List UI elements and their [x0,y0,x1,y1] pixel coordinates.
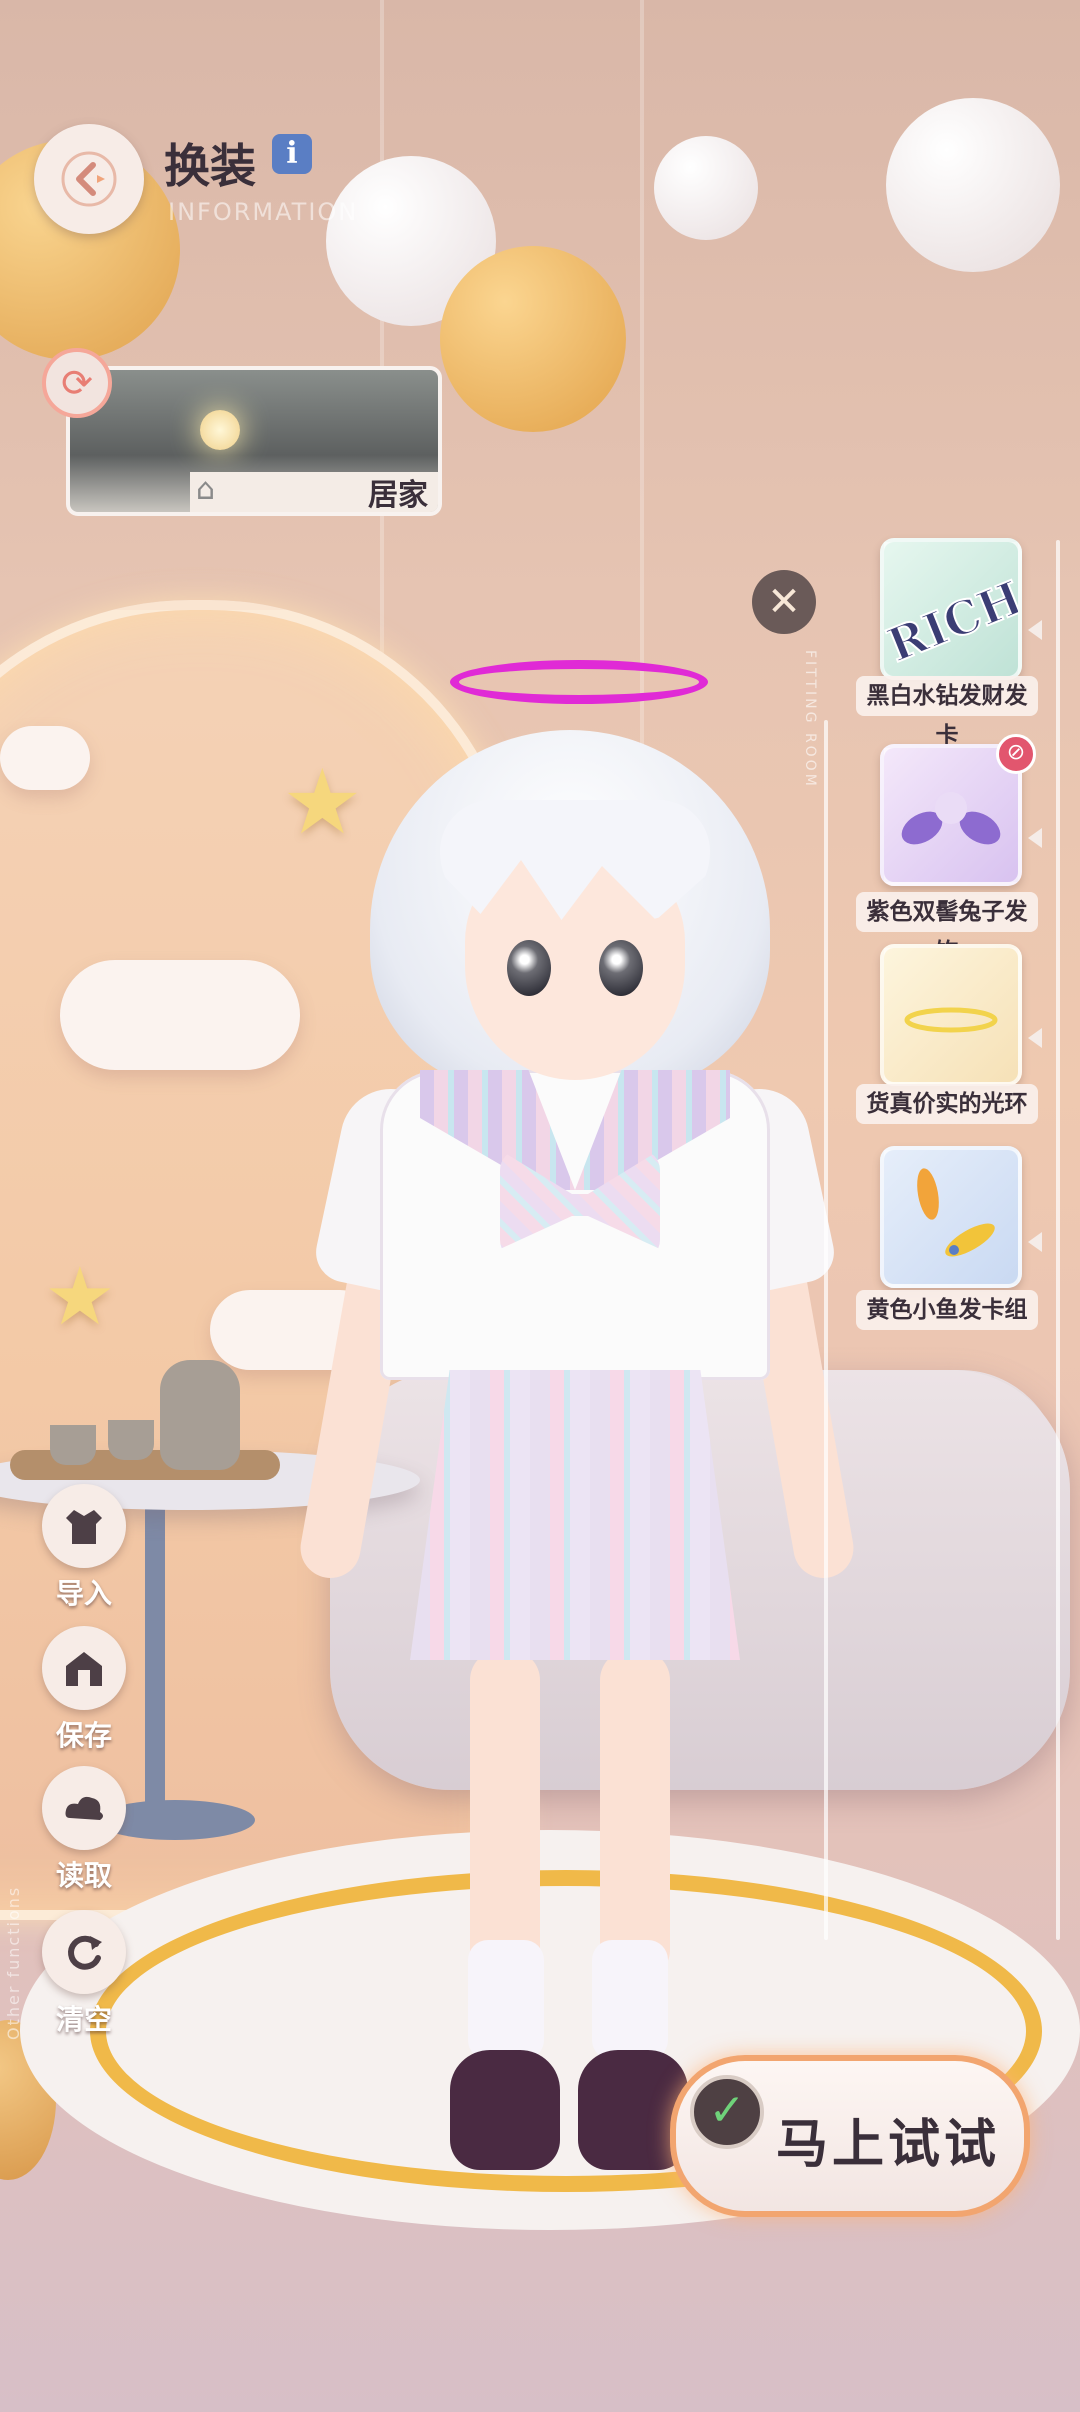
hanging-ball [886,98,1060,272]
rich-card-text: RICH [884,570,1018,672]
character-leg-right [600,1650,670,1980]
cloud-decoration [60,960,300,1070]
item-card-rich-hairclip[interactable]: RICH [880,538,1022,680]
cloud-decoration [0,726,90,790]
character-eye-right [599,940,643,996]
item-card-fish-hairclip[interactable] [880,1146,1022,1288]
item-label: 货真价实的光环 [856,1084,1038,1124]
back-button[interactable] [34,124,144,234]
load-icon [42,1766,126,1850]
page-title: 换装 [164,139,256,193]
fitting-room-icon: ✕ [752,570,816,634]
character-bangs [440,800,710,920]
plaid-skirt [410,1370,740,1660]
lamp-thumbnail [200,410,240,450]
character-shoe-left [450,2050,560,2170]
rail-line [824,720,828,1940]
scene-label: 居家 [368,478,428,513]
rich-hairclip-icon: RICH [884,569,1018,673]
character-eye-left [507,940,551,996]
character-halo [450,660,708,704]
scroll-track[interactable] [1056,540,1060,1940]
character-leg-left [470,1650,540,1980]
purple-bunny-hair-ornament-icon [901,792,1001,845]
other-functions-label: Other functions [4,1885,23,2040]
import-outfit-icon [42,1484,126,1568]
import-label: 导入 [55,1577,112,1610]
page-subtitle: INFORMATION [168,198,359,226]
fitting-room-label: FITTING ROOM [802,650,818,789]
item-card-halo[interactable] [880,944,1022,1086]
avatar-character[interactable] [295,650,860,2210]
save-button[interactable]: 保存 [36,1626,132,1754]
hanging-ball [440,246,626,432]
teacup [108,1420,154,1460]
load-label: 读取 [55,1859,112,1892]
check-icon: ✓ [690,2075,764,2149]
try-now-label: 马上试试 [776,2115,1001,2175]
import-button[interactable]: 导入 [36,1484,132,1612]
star-decoration: ★ [44,1250,116,1343]
chevron-left-icon [1028,1232,1042,1252]
halo-icon [904,1007,998,1033]
back-arrow-icon [61,151,117,207]
item-label: 黑白水钻发财发卡 [856,676,1038,749]
chevron-left-icon [1028,828,1042,848]
table-leg [145,1500,165,1820]
teacup [50,1425,96,1465]
save-label: 保存 [55,1719,112,1752]
yellow-fish-hairclip-icon [917,1168,995,1257]
teapot [160,1360,240,1470]
chevron-left-icon [1028,620,1042,640]
chevron-left-icon [1028,1028,1042,1048]
item-label: 紫色双髻兔子发饰 [856,892,1038,965]
hanging-ball [654,136,758,240]
home-icon: ⌂ [196,472,216,507]
clear-button[interactable]: 清空 [36,1910,132,2038]
character-sock-left [468,1940,544,2060]
switch-scene-button[interactable]: ⟳ [42,348,112,418]
clear-icon [42,1910,126,1994]
forbidden-badge-icon: ⊘ [996,734,1036,774]
character-sock-right [592,1940,668,2060]
load-button[interactable]: 读取 [36,1766,132,1894]
clear-label: 清空 [55,2003,112,2036]
refresh-icon: ⟳ [61,361,93,405]
save-icon [42,1626,126,1710]
item-label: 黄色小鱼发卡组 [856,1290,1038,1330]
info-icon[interactable]: i [272,134,312,174]
